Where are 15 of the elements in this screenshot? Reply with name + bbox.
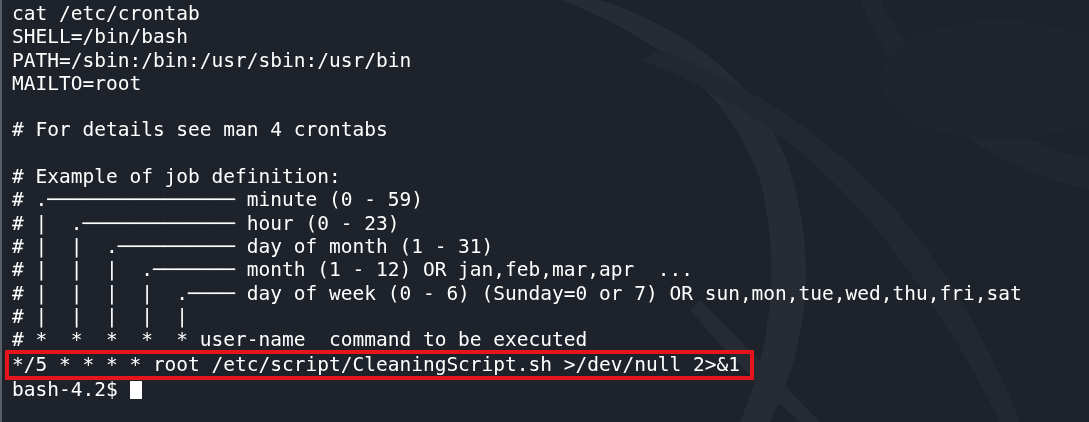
terminal-line: # | | | .─────── month (1 - 12) OR jan,feb,mar,apr ... bbox=[12, 258, 693, 282]
terminal-line: # .──────────────── minute (0 - 59) bbox=[12, 188, 423, 212]
cursor bbox=[129, 381, 142, 400]
terminal-line: cat /etc/crontab bbox=[12, 2, 200, 26]
terminal-line: # | .───────────── hour (0 - 23) bbox=[12, 211, 400, 235]
terminal-line: # Example of job definition: bbox=[12, 165, 341, 189]
terminal-line: # | | .────────── day of month (1 - 31) bbox=[12, 234, 494, 259]
terminal-line: PATH=/sbin:/bin:/usr/sbin:/usr/bin bbox=[12, 48, 412, 72]
terminal-line: MAILTO=root bbox=[12, 71, 142, 96]
terminal-line: # * * * * * user-name command to be executed bbox=[12, 328, 588, 352]
terminal-line: # For details see man 4 crontabs bbox=[12, 118, 388, 142]
terminal-line: # | | | | | bbox=[12, 304, 189, 329]
terminal-line: SHELL=/bin/bash bbox=[12, 25, 189, 49]
shell-prompt: bash-4.2$ bbox=[12, 378, 118, 402]
terminal-line: # | | | | .──── day of week (0 - 6) (Sunday=0 or 7) OR sun,mon,tue,wed,thu,fri,sat bbox=[12, 281, 1022, 305]
